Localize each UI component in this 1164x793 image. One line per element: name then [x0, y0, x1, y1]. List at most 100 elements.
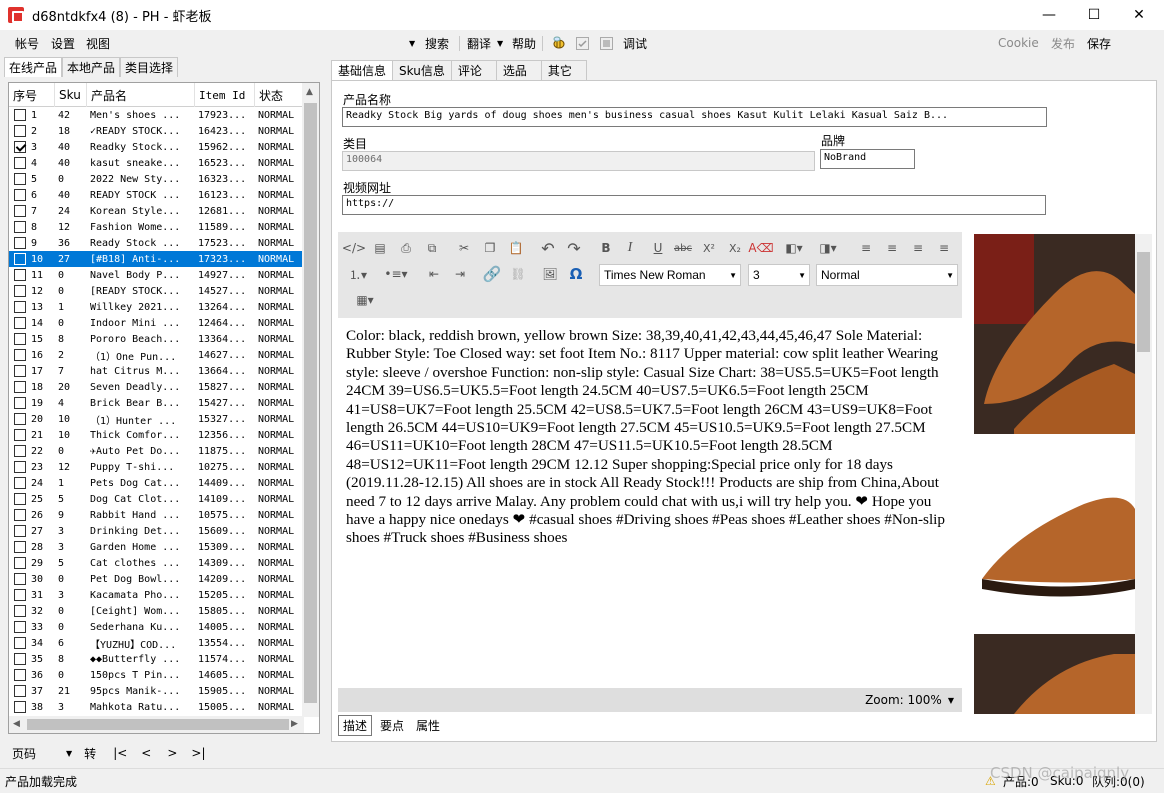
search-dropdown-arrow-icon[interactable]: ▼	[409, 30, 415, 56]
row-checkbox[interactable]	[14, 509, 26, 521]
row-number-cell[interactable]: 24	[9, 477, 55, 489]
table-row[interactable]: 38 3 Mahkota Ratu... 15005... NORMAL	[9, 699, 304, 715]
row-checkbox[interactable]	[14, 461, 26, 473]
row-number-cell[interactable]: 28	[9, 541, 55, 553]
table-row[interactable]: 33 0 Sederhana Ku... 14005... NORMAL	[9, 619, 304, 635]
tab-sku-info[interactable]: Sku信息	[392, 60, 452, 80]
row-checkbox[interactable]	[14, 157, 26, 169]
row-checkbox[interactable]	[14, 445, 26, 457]
row-checkbox[interactable]	[14, 301, 26, 313]
special-char-icon[interactable]: Ω	[566, 264, 586, 284]
row-checkbox[interactable]	[14, 349, 26, 361]
row-number-cell[interactable]: 20	[9, 413, 55, 425]
row-number-cell[interactable]: 23	[9, 461, 55, 473]
debug-button[interactable]: 调试	[623, 30, 647, 56]
row-number-cell[interactable]: 12	[9, 285, 55, 297]
row-number-cell[interactable]: 2	[9, 125, 55, 137]
row-checkbox[interactable]	[14, 269, 26, 281]
table-row[interactable]: 7 24 Korean Style... 12681... NORMAL	[9, 203, 304, 219]
row-number-cell[interactable]: 6	[9, 189, 55, 201]
table-row[interactable]: 28 3 Garden Home ... 15309... NORMAL	[9, 539, 304, 555]
template-icon[interactable]: ▤	[370, 238, 390, 258]
row-checkbox[interactable]	[14, 557, 26, 569]
italic-icon[interactable]: I	[620, 238, 640, 258]
row-number-cell[interactable]: 7	[9, 205, 55, 217]
row-number-cell[interactable]: 31	[9, 589, 55, 601]
tab-attributes[interactable]: 属性	[412, 716, 444, 735]
row-checkbox[interactable]	[14, 413, 26, 425]
table-row[interactable]: 35 8 ◆◆Butterfly ... 11574... NORMAL	[9, 651, 304, 667]
row-checkbox[interactable]	[14, 493, 26, 505]
row-checkbox[interactable]	[14, 333, 26, 345]
indent-icon[interactable]: ⇥	[450, 264, 470, 284]
row-checkbox[interactable]	[14, 189, 26, 201]
square-icon[interactable]	[600, 30, 613, 56]
table-row[interactable]: 5 0 2022 New Sty... 16323... NORMAL	[9, 171, 304, 187]
scroll-right-icon[interactable]: ▶	[291, 719, 298, 729]
row-number-cell[interactable]: 22	[9, 445, 55, 457]
last-page-button[interactable]: >|	[191, 746, 205, 760]
row-checkbox[interactable]	[14, 477, 26, 489]
col-header-sku[interactable]: Sku	[55, 83, 87, 107]
unlink-icon[interactable]: ⛓	[508, 264, 528, 284]
row-checkbox[interactable]	[14, 397, 26, 409]
row-checkbox[interactable]	[14, 381, 26, 393]
row-number-cell[interactable]: 26	[9, 509, 55, 521]
table-row[interactable]: 29 5 Cat clothes ... 14309... NORMAL	[9, 555, 304, 571]
next-page-button[interactable]: >	[167, 746, 177, 760]
row-checkbox[interactable]	[14, 237, 26, 249]
row-checkbox[interactable]	[14, 589, 26, 601]
table-row[interactable]: 18 20 Seven Deadly... 15827... NORMAL	[9, 379, 304, 395]
paste-icon[interactable]: 📋	[506, 238, 526, 258]
save-button[interactable]: 保存	[1087, 30, 1111, 56]
row-number-cell[interactable]: 10	[9, 253, 55, 265]
row-checkbox[interactable]	[14, 701, 26, 713]
row-checkbox[interactable]	[14, 669, 26, 681]
grid-vertical-scroll-thumb[interactable]	[304, 103, 317, 703]
table-row[interactable]: 26 9 Rabbit Hand ... 10575... NORMAL	[9, 507, 304, 523]
table-row[interactable]: 1 42 Men's shoes ... 17923... NORMAL	[9, 107, 304, 123]
row-checkbox[interactable]	[14, 637, 26, 649]
image-icon[interactable]: 🖼	[540, 264, 560, 284]
strikethrough-icon[interactable]: abc	[673, 238, 693, 258]
menu-account[interactable]: 帐号	[9, 35, 45, 52]
row-number-cell[interactable]: 27	[9, 525, 55, 537]
description-editor[interactable]: Color: black, reddish brown, yellow brow…	[338, 318, 962, 688]
table-row[interactable]: 15 8 Pororo Beach... 13364... NORMAL	[9, 331, 304, 347]
row-checkbox[interactable]	[14, 205, 26, 217]
table-row[interactable]: 17 7 hat Citrus M... 13664... NORMAL	[9, 363, 304, 379]
row-checkbox[interactable]	[14, 285, 26, 297]
print-icon[interactable]: ⎙	[396, 238, 416, 258]
table-row[interactable]: 22 0 ✈Auto Pet Do... 11875... NORMAL	[9, 443, 304, 459]
row-number-cell[interactable]: 34	[9, 637, 55, 649]
grid-horizontal-scrollbar[interactable]: ◀ ▶	[9, 716, 304, 733]
grid-vertical-scrollbar[interactable]: ▲	[302, 83, 319, 717]
row-number-cell[interactable]: 35	[9, 653, 55, 665]
tab-description[interactable]: 描述	[338, 714, 373, 736]
align-left-icon[interactable]: ≡	[856, 238, 876, 258]
row-number-cell[interactable]: 8	[9, 221, 55, 233]
close-button[interactable]: ✕	[1116, 0, 1162, 30]
table-row[interactable]: 34 6 【YUZHU】COD... 13554... NORMAL	[9, 635, 304, 651]
bee-icon[interactable]	[551, 30, 567, 56]
row-number-cell[interactable]: 18	[9, 381, 55, 393]
go-button[interactable]: 转	[84, 745, 96, 762]
translate-button[interactable]: 翻译	[467, 30, 491, 56]
table-row[interactable]: 11 0 Navel Body P... 14927... NORMAL	[9, 267, 304, 283]
tab-reviews[interactable]: 评论	[450, 60, 497, 80]
table-row[interactable]: 3 40 Readky Stock... 15962... NORMAL	[9, 139, 304, 155]
row-number-cell[interactable]: 4	[9, 157, 55, 169]
table-row[interactable]: 30 0 Pet Dog Bowl... 14209... NORMAL	[9, 571, 304, 587]
table-row[interactable]: 6 40 READY STOCK ... 16123... NORMAL	[9, 187, 304, 203]
table-row[interactable]: 31 3 Kacamata Pho... 15205... NORMAL	[9, 587, 304, 603]
row-checkbox[interactable]	[14, 253, 26, 265]
outdent-icon[interactable]: ⇤	[424, 264, 444, 284]
align-right-icon[interactable]: ≡	[908, 238, 928, 258]
row-number-cell[interactable]: 15	[9, 333, 55, 345]
row-checkbox[interactable]	[14, 317, 26, 329]
menu-settings[interactable]: 设置	[45, 35, 81, 52]
maximize-button[interactable]: ☐	[1071, 0, 1117, 30]
align-center-icon[interactable]: ≡	[882, 238, 902, 258]
row-number-cell[interactable]: 3	[9, 141, 55, 153]
row-number-cell[interactable]: 16	[9, 349, 55, 361]
